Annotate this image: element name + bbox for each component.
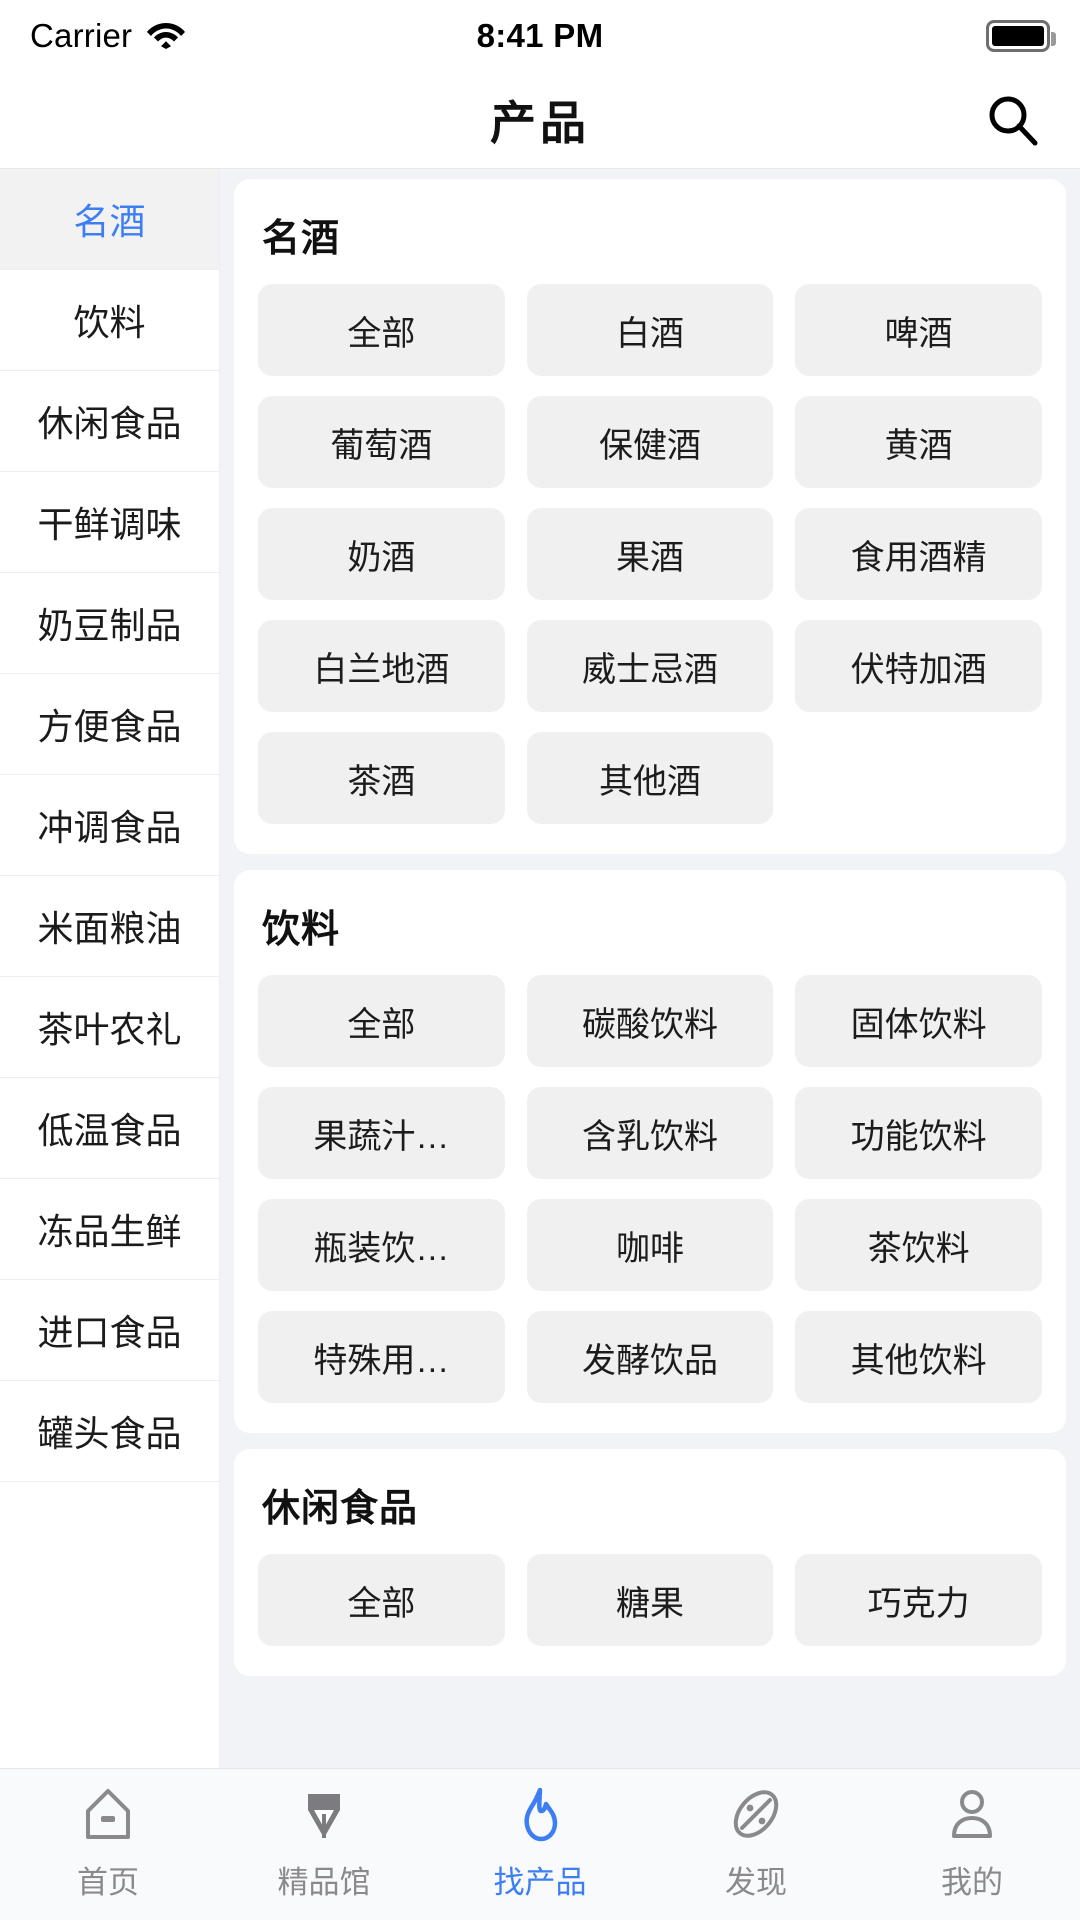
sidebar-item-jinkoushipin[interactable]: 进口食品 — [0, 1280, 219, 1381]
tab-discover[interactable]: 发现 — [648, 1783, 864, 1902]
sidebar-item-label: 罐头食品 — [37, 1413, 182, 1454]
tab-mine[interactable]: 我的 — [864, 1783, 1080, 1902]
sidebar-item-label: 冲调食品 — [37, 807, 182, 848]
sidebar-item-yinliao[interactable]: 饮料 — [0, 270, 219, 371]
sidebar-item-label: 茶叶农礼 — [37, 1009, 182, 1050]
compass-icon — [726, 1783, 786, 1845]
tag-chip[interactable]: 功能饮料 — [795, 1087, 1042, 1179]
sidebar-item-chongtiaoshipin[interactable]: 冲调食品 — [0, 775, 219, 876]
sidebar-item-label: 饮料 — [73, 302, 146, 343]
sidebar-item-label: 低温食品 — [37, 1110, 182, 1151]
tag-chip[interactable]: 发酵饮品 — [526, 1311, 774, 1403]
tag-chip[interactable]: 伏特加酒 — [795, 620, 1042, 712]
status-bar-left: Carrier — [30, 17, 360, 55]
category-sidebar[interactable]: 名酒 饮料 休闲食品 干鲜调味 奶豆制品 方便食品 冲调食品 米面粮油 茶叶农礼… — [0, 169, 220, 1920]
sidebar-item-dongpinshengxian[interactable]: 冻品生鲜 — [0, 1179, 219, 1280]
tag-chip[interactable]: 茶酒 — [258, 732, 505, 824]
tag-chip[interactable]: 瓶装饮… — [258, 1199, 505, 1291]
tag-grid: 全部 碳酸饮料 固体饮料 果蔬汁… 含乳饮料 功能饮料 瓶装饮… 咖啡 茶饮料 … — [258, 975, 1042, 1403]
sidebar-item-guantoushipin[interactable]: 罐头食品 — [0, 1381, 219, 1482]
tag-chip[interactable]: 固体饮料 — [795, 975, 1042, 1067]
tag-chip[interactable]: 威士忌酒 — [526, 620, 774, 712]
sidebar-item-xiuxianshipin[interactable]: 休闲食品 — [0, 371, 219, 472]
tag-chip[interactable]: 全部 — [258, 284, 505, 376]
tag-chip[interactable]: 白酒 — [526, 284, 774, 376]
section-card-yinliao: 饮料 全部 碳酸饮料 固体饮料 果蔬汁… 含乳饮料 功能饮料 瓶装饮… 咖啡 茶… — [234, 870, 1066, 1433]
sidebar-item-ganxiantiaowei[interactable]: 干鲜调味 — [0, 472, 219, 573]
tag-chip[interactable]: 保健酒 — [526, 396, 774, 488]
tab-label: 找产品 — [493, 1865, 587, 1900]
sidebar-item-label: 米面粮油 — [37, 908, 182, 949]
sidebar-item-label: 方便食品 — [37, 706, 182, 747]
tag-chip[interactable]: 啤酒 — [795, 284, 1042, 376]
battery-fill — [992, 26, 1044, 46]
search-icon[interactable] — [976, 83, 1050, 157]
person-icon — [942, 1783, 1002, 1845]
sidebar-item-diwenshipin[interactable]: 低温食品 — [0, 1078, 219, 1179]
home-icon — [78, 1783, 138, 1845]
tab-label: 我的 — [941, 1865, 1003, 1900]
flame-icon — [510, 1783, 570, 1845]
battery-icon — [986, 20, 1056, 52]
tab-boutique[interactable]: 精品馆 — [216, 1783, 432, 1902]
bottom-tab-bar: 首页 精品馆 找产品 发现 我的 — [0, 1768, 1080, 1920]
tag-chip[interactable]: 黄酒 — [795, 396, 1042, 488]
subcategory-list[interactable]: 名酒 全部 白酒 啤酒 葡萄酒 保健酒 黄酒 奶酒 果酒 食用酒精 白兰地酒 威… — [220, 169, 1080, 1920]
tag-chip[interactable]: 果酒 — [526, 508, 774, 600]
sidebar-item-mingjiu[interactable]: 名酒 — [0, 169, 219, 270]
sidebar-item-label: 奶豆制品 — [37, 605, 182, 646]
status-bar-right — [720, 20, 1056, 52]
pen-nib-icon — [294, 1783, 354, 1845]
tag-chip[interactable]: 糖果 — [526, 1554, 774, 1646]
carrier-label: Carrier — [30, 17, 133, 54]
tag-grid: 全部 糖果 巧克力 — [258, 1554, 1042, 1646]
section-title: 名酒 — [262, 218, 341, 260]
section-title: 饮料 — [262, 909, 341, 951]
status-bar: Carrier 8:41 PM — [0, 0, 1080, 72]
tag-chip[interactable]: 全部 — [258, 975, 505, 1067]
tag-chip[interactable]: 全部 — [258, 1554, 505, 1646]
tag-chip[interactable]: 其他饮料 — [795, 1311, 1042, 1403]
sidebar-item-label: 休闲食品 — [37, 403, 182, 444]
tab-label: 发现 — [725, 1865, 787, 1900]
tag-chip[interactable]: 果蔬汁… — [258, 1087, 505, 1179]
tab-home[interactable]: 首页 — [0, 1783, 216, 1902]
page-title: 产品 — [490, 97, 590, 149]
tag-chip[interactable]: 巧克力 — [795, 1554, 1042, 1646]
tag-chip[interactable]: 含乳饮料 — [526, 1087, 774, 1179]
sidebar-item-naidouzhipin[interactable]: 奶豆制品 — [0, 573, 219, 674]
content-area: 名酒 饮料 休闲食品 干鲜调味 奶豆制品 方便食品 冲调食品 米面粮油 茶叶农礼… — [0, 168, 1080, 1920]
sidebar-item-label: 冻品生鲜 — [37, 1211, 182, 1252]
sidebar-item-mimianliangyou[interactable]: 米面粮油 — [0, 876, 219, 977]
status-bar-center: 8:41 PM — [360, 17, 720, 55]
app-screen: Carrier 8:41 PM 产品 名酒 饮料 休闲食品 干鲜调味 奶豆制品 … — [0, 0, 1080, 1920]
tag-chip[interactable]: 特殊用… — [258, 1311, 505, 1403]
sidebar-item-label: 名酒 — [73, 201, 146, 242]
clock-label: 8:41 PM — [476, 17, 604, 54]
sidebar-item-chayenongli[interactable]: 茶叶农礼 — [0, 977, 219, 1078]
section-card-xiuxianshipin: 休闲食品 全部 糖果 巧克力 — [234, 1449, 1066, 1676]
sidebar-item-label: 进口食品 — [37, 1312, 182, 1353]
tag-chip[interactable]: 茶饮料 — [795, 1199, 1042, 1291]
tag-chip[interactable]: 其他酒 — [526, 732, 774, 824]
tab-label: 首页 — [77, 1865, 139, 1900]
tag-chip[interactable]: 食用酒精 — [795, 508, 1042, 600]
tag-chip[interactable]: 碳酸饮料 — [526, 975, 774, 1067]
section-title: 休闲食品 — [262, 1488, 419, 1530]
tab-label: 精品馆 — [277, 1865, 371, 1900]
sidebar-item-label: 干鲜调味 — [37, 504, 182, 545]
tag-chip[interactable]: 白兰地酒 — [258, 620, 505, 712]
tag-chip[interactable]: 奶酒 — [258, 508, 505, 600]
wifi-icon — [146, 19, 186, 54]
tag-chip[interactable]: 葡萄酒 — [258, 396, 505, 488]
navigation-bar: 产品 — [0, 72, 1080, 168]
section-card-mingjiu: 名酒 全部 白酒 啤酒 葡萄酒 保健酒 黄酒 奶酒 果酒 食用酒精 白兰地酒 威… — [234, 179, 1066, 854]
tag-grid: 全部 白酒 啤酒 葡萄酒 保健酒 黄酒 奶酒 果酒 食用酒精 白兰地酒 威士忌酒… — [258, 284, 1042, 824]
tag-chip[interactable]: 咖啡 — [526, 1199, 774, 1291]
tab-find-product[interactable]: 找产品 — [432, 1783, 648, 1902]
sidebar-item-fangbianshipin[interactable]: 方便食品 — [0, 674, 219, 775]
